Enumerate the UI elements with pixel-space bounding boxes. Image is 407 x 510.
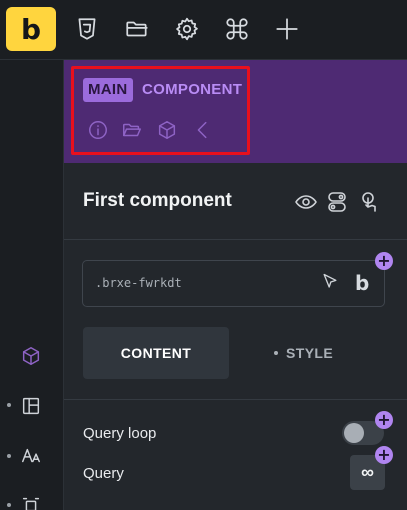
main-badge: MAIN [83,78,133,102]
query-label: Query [83,465,124,482]
info-icon[interactable] [87,119,109,141]
tab-content[interactable]: CONTENT [83,327,229,379]
left-sidebar-rail [0,60,64,510]
gear-icon[interactable] [170,12,204,46]
tab-style-label: STYLE [286,345,334,361]
bricks-logo-button[interactable]: b [6,7,56,51]
component-badge: COMPONENT [142,81,243,98]
folder-open-icon[interactable] [121,119,143,141]
component-title: First component [83,190,232,211]
typography-icon[interactable] [20,445,42,467]
style-dot [274,351,278,356]
toggle-settings-icon[interactable] [325,190,349,214]
query-loop-plus-button[interactable]: + [375,411,393,429]
toggle-knob [344,423,364,443]
touch-icon[interactable] [357,190,381,214]
css3-icon[interactable] [70,12,104,46]
rail-bullet [7,403,11,407]
layout-icon[interactable] [20,395,42,417]
command-icon[interactable] [220,12,254,46]
folder-icon[interactable] [120,12,154,46]
query-plus-button[interactable]: + [375,446,393,464]
spacing-icon[interactable] [20,495,42,510]
rail-bullet [7,454,11,458]
css-class-value: .brxe-fwrkdt [95,276,182,290]
eye-icon[interactable] [294,190,318,214]
divider [64,399,407,400]
cube-icon[interactable] [156,119,178,141]
add-class-button[interactable]: + [375,252,393,270]
component-cube-icon[interactable] [20,345,42,367]
rail-bullet [7,503,11,507]
bricks-b-icon[interactable]: b [355,271,369,295]
tab-style[interactable]: STYLE [274,327,333,379]
cursor-icon[interactable] [320,272,342,294]
top-toolbar: b [0,0,407,60]
query-loop-label: Query loop [83,425,157,442]
plus-icon[interactable] [270,12,304,46]
chevron-left-icon[interactable] [192,119,214,141]
